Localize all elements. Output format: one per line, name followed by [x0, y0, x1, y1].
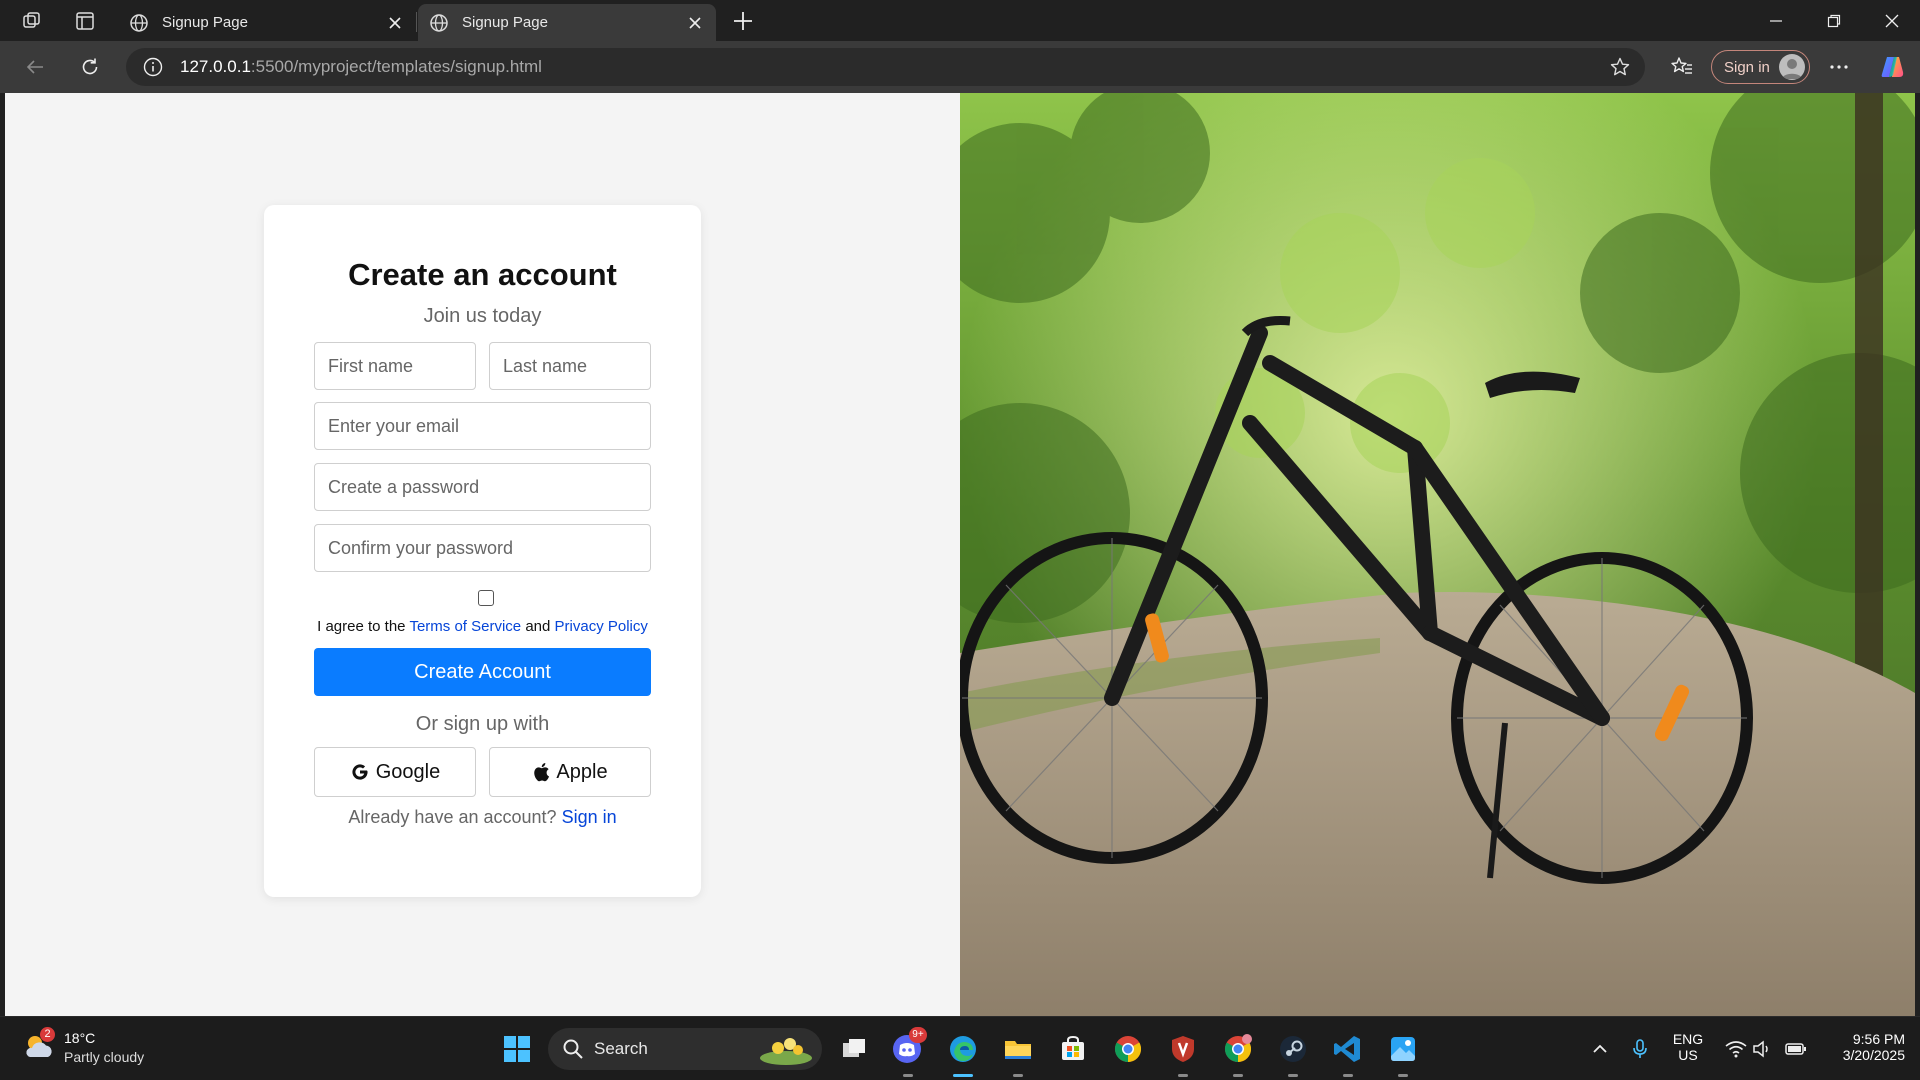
apple-icon — [534, 763, 550, 782]
tab-separator — [416, 12, 417, 32]
more-options-icon[interactable] — [1825, 53, 1853, 81]
language-region: US — [1678, 1047, 1698, 1063]
microsoft-store-icon[interactable] — [1055, 1031, 1091, 1067]
close-tab-icon[interactable] — [684, 12, 706, 34]
discord-badge: 9+ — [909, 1027, 927, 1043]
terms-checkbox[interactable] — [478, 590, 494, 606]
chrome-icon[interactable] — [1110, 1031, 1146, 1067]
page-subtitle: Join us today — [423, 305, 542, 327]
minimize-icon[interactable] — [1748, 0, 1804, 41]
signin-prompt: Already have an account? Sign in — [264, 807, 701, 828]
steam-icon[interactable] — [1275, 1031, 1311, 1067]
agree-prefix: I agree to the — [317, 618, 406, 635]
discord-icon[interactable]: 9+ — [889, 1027, 927, 1067]
weather-badge: 2 — [40, 1027, 55, 1042]
reload-icon[interactable] — [76, 53, 104, 81]
tab-signup-2[interactable]: Signup Page — [418, 4, 716, 41]
profile-signin-label: Sign in — [1724, 58, 1770, 76]
microphone-icon[interactable] — [1622, 1031, 1658, 1067]
clock[interactable]: 9:56 PM 3/20/2025 — [1815, 1031, 1905, 1063]
password-field[interactable] — [314, 463, 651, 511]
workspaces-icon[interactable] — [19, 8, 45, 34]
file-explorer-icon[interactable] — [1000, 1031, 1036, 1067]
have-account-text: Already have an account? — [348, 807, 557, 827]
address-bar-row: 127.0.0.1:5500/myproject/templates/signu… — [0, 41, 1920, 93]
photos-icon[interactable] — [1385, 1031, 1421, 1067]
terms-agreement: I agree to the Terms of Service and Priv… — [264, 618, 701, 635]
last-name-field[interactable] — [489, 342, 651, 390]
brave-shield-icon[interactable] — [1165, 1031, 1201, 1067]
tab-title: Signup Page — [162, 14, 248, 31]
globe-icon — [130, 13, 148, 32]
favorite-star-icon[interactable] — [1609, 56, 1631, 78]
vscode-icon[interactable] — [1330, 1031, 1366, 1067]
battery-icon[interactable] — [1778, 1031, 1814, 1067]
search-icon — [563, 1039, 583, 1059]
search-label: Search — [594, 1039, 648, 1058]
chrome-profile-icon[interactable] — [1220, 1031, 1256, 1067]
running-indicator — [1343, 1074, 1353, 1077]
language-indicator[interactable]: ENG US — [1666, 1031, 1710, 1063]
show-hidden-icons-chevron-icon[interactable] — [1582, 1031, 1618, 1067]
clock-time: 9:56 PM — [1852, 1031, 1905, 1047]
running-indicator — [1233, 1074, 1243, 1077]
taskbar: 2 18°C Partly cloudy Search 9+ ENG US 9:… — [0, 1016, 1920, 1080]
site-info-icon[interactable] — [142, 56, 164, 78]
create-account-button[interactable]: Create Account — [314, 648, 651, 696]
form-pane: Create an account Join us today I agree … — [5, 93, 960, 1016]
privacy-policy-link[interactable]: Privacy Policy — [555, 618, 648, 635]
first-name-field[interactable] — [314, 342, 476, 390]
favorites-icon[interactable] — [1668, 53, 1696, 81]
new-tab-icon[interactable] — [730, 8, 756, 34]
vertical-tabs-icon[interactable] — [72, 8, 98, 34]
volume-icon[interactable] — [1744, 1031, 1780, 1067]
task-view-icon[interactable] — [836, 1031, 872, 1067]
tab-signup-1[interactable]: Signup Page — [118, 4, 416, 41]
windows-start-icon[interactable] — [499, 1031, 535, 1067]
clock-date: 3/20/2025 — [1842, 1047, 1905, 1063]
taskbar-search[interactable]: Search — [548, 1028, 822, 1070]
apple-signup-button[interactable]: Apple — [489, 747, 651, 797]
close-tab-icon[interactable] — [384, 12, 406, 34]
edge-icon[interactable] — [945, 1031, 981, 1067]
email-field[interactable] — [314, 402, 651, 450]
globe-icon — [430, 13, 448, 32]
address-bar[interactable]: 127.0.0.1:5500/myproject/templates/signu… — [126, 48, 1645, 86]
search-highlight-icon — [760, 1038, 812, 1065]
bicycle-photo — [960, 93, 1915, 1016]
page-title: Create an account — [348, 257, 617, 292]
google-label: Google — [375, 760, 441, 783]
url-host: 127.0.0.1 — [180, 57, 251, 76]
apple-label: Apple — [556, 760, 608, 783]
restore-icon[interactable] — [1806, 0, 1862, 41]
google-icon — [352, 764, 368, 780]
weather-widget[interactable]: 2 18°C Partly cloudy — [22, 1027, 172, 1069]
google-signup-button[interactable]: Google — [314, 747, 476, 797]
tab-title: Signup Page — [462, 14, 548, 31]
page-viewport: Create an account Join us today I agree … — [5, 93, 1915, 1016]
avatar — [1779, 54, 1805, 80]
weather-temp: 18°C — [64, 1030, 96, 1046]
language-code: ENG — [1672, 1031, 1704, 1047]
running-indicator — [903, 1074, 913, 1077]
running-indicator — [1398, 1074, 1408, 1077]
sign-in-link[interactable]: Sign in — [562, 807, 617, 827]
running-indicator — [1178, 1074, 1188, 1077]
url-path: :5500/myproject/templates/signup.html — [250, 57, 542, 76]
active-indicator — [953, 1074, 973, 1077]
running-indicator — [1013, 1074, 1023, 1077]
running-indicator — [1288, 1074, 1298, 1077]
back-arrow-icon[interactable] — [21, 53, 49, 81]
profile-signin-button[interactable]: Sign in — [1711, 50, 1810, 84]
close-window-icon[interactable] — [1864, 0, 1920, 41]
confirm-password-field[interactable] — [314, 524, 651, 572]
agree-and: and — [525, 618, 551, 635]
signup-card: Create an account Join us today I agree … — [264, 205, 701, 897]
browser-titlebar: Signup Page Signup Page — [0, 0, 1920, 41]
weather-condition: Partly cloudy — [64, 1049, 145, 1065]
terms-of-service-link[interactable]: Terms of Service — [409, 618, 521, 635]
copilot-icon[interactable] — [1879, 53, 1907, 81]
or-sign-up-with: Or sign up with — [415, 713, 550, 735]
